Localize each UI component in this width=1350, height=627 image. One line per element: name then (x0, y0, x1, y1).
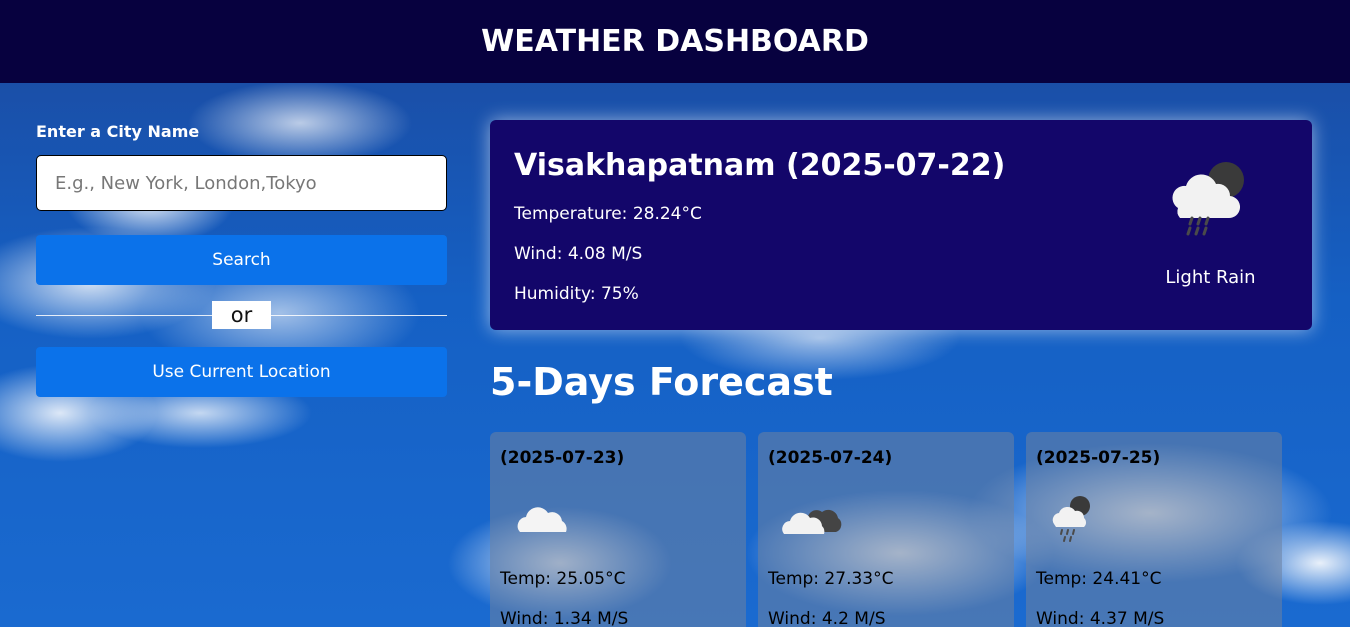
forecast-card: (2025-07-23) Temp: 25.05°C Wind: 1.34 M/… (490, 432, 746, 627)
use-current-location-button[interactable]: Use Current Location (36, 347, 447, 397)
forecast-title: 5-Days Forecast (490, 360, 833, 404)
or-divider: or (36, 285, 447, 347)
forecast-date: (2025-07-24) (768, 448, 893, 468)
city-search-input[interactable] (36, 155, 447, 211)
forecast-card: (2025-07-24) Temp: 27.33°C Wind: 4.2 M/S (758, 432, 1014, 627)
forecast-date: (2025-07-23) (500, 448, 625, 468)
forecast-temp: Temp: 27.33°C (768, 569, 894, 589)
cloud-icon (510, 494, 576, 544)
app-title: WEATHER DASHBOARD (481, 24, 869, 59)
current-condition: Light Rain (1165, 267, 1256, 288)
current-weather-card: Visakhapatnam (2025-07-22) Temperature: … (490, 120, 1312, 330)
forecast-card: (2025-07-25) Temp: 24.41°C Wind: 4.37 M/… (1026, 432, 1282, 627)
current-humidity: Humidity: 75% (514, 284, 639, 304)
forecast-temp: Temp: 24.41°C (1036, 569, 1162, 589)
or-label: or (212, 301, 271, 329)
search-button[interactable]: Search (36, 235, 447, 285)
forecast-wind: Wind: 4.37 M/S (1036, 609, 1165, 627)
forecast-wind: Wind: 1.34 M/S (500, 609, 629, 627)
current-temperature: Temperature: 28.24°C (514, 204, 702, 224)
current-wind: Wind: 4.08 M/S (514, 244, 643, 264)
city-input-label: Enter a City Name (36, 122, 200, 141)
light-rain-icon (1046, 494, 1112, 544)
current-city-title: Visakhapatnam (2025-07-22) (514, 148, 1006, 183)
broken-clouds-icon (778, 494, 844, 544)
forecast-wind: Wind: 4.2 M/S (768, 609, 886, 627)
forecast-date: (2025-07-25) (1036, 448, 1161, 468)
forecast-temp: Temp: 25.05°C (500, 569, 626, 589)
light-rain-night-icon (1164, 158, 1260, 238)
app-header: WEATHER DASHBOARD (0, 0, 1350, 83)
search-panel: Enter a City Name Search or Use Current … (36, 122, 447, 397)
